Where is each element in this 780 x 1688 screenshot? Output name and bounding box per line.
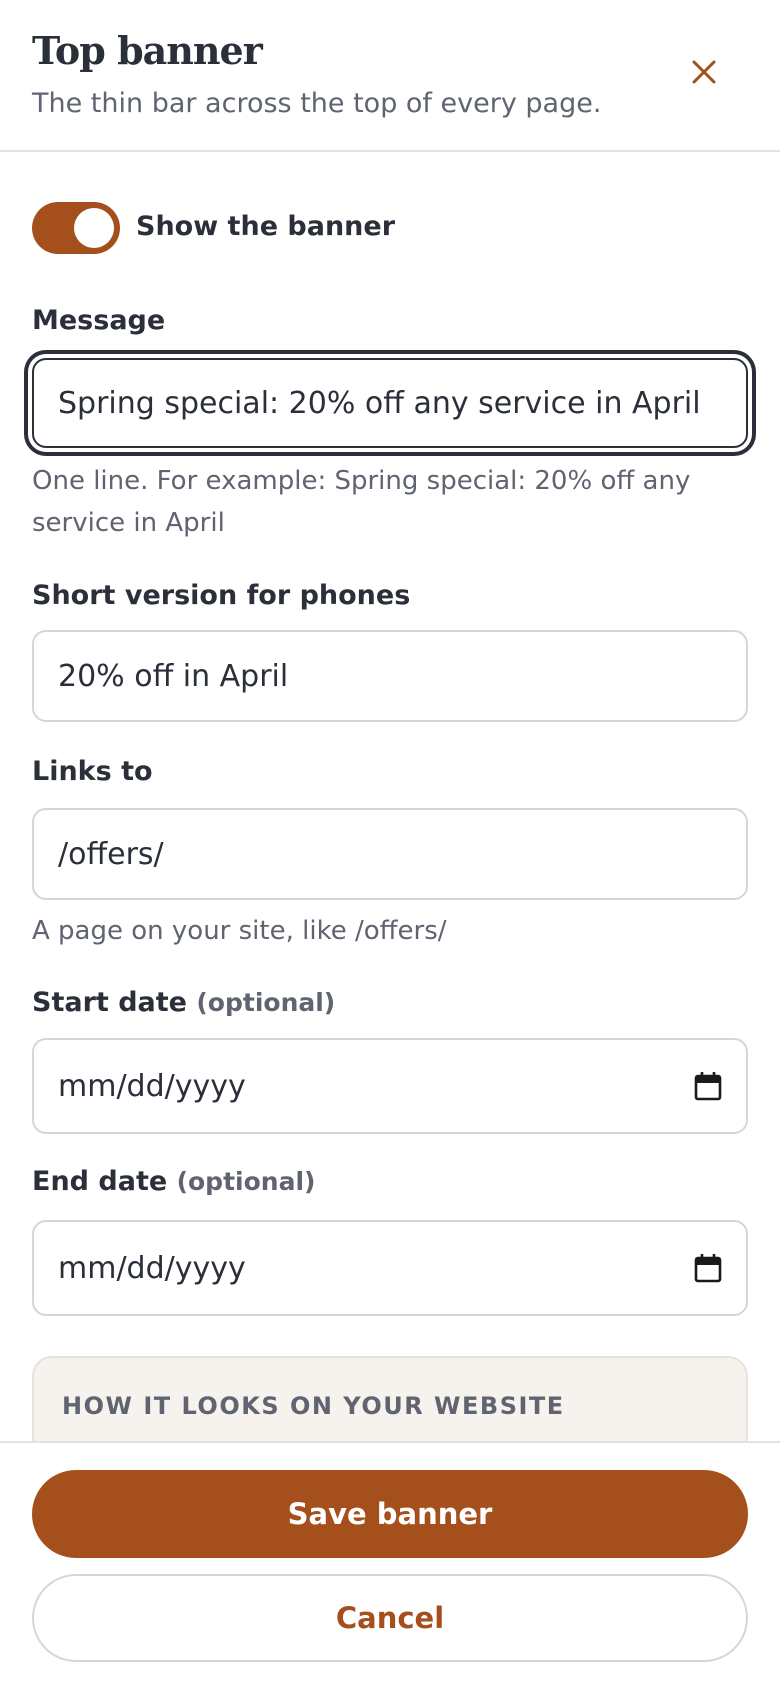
page-title: Top banner [32, 28, 263, 73]
save-banner-button[interactable]: Save banner [32, 1470, 748, 1558]
panel-footer: Save banner Cancel [0, 1441, 780, 1688]
start-date-label-text: Start date [32, 987, 187, 1018]
end-date-placeholder: mm/dd/yyyy [58, 1250, 246, 1286]
links-to-label: Links to [32, 756, 153, 787]
show-banner-label: Show the banner [136, 211, 396, 242]
start-date-optional: (optional) [196, 988, 336, 1017]
short-version-input[interactable]: 20% off in April [32, 630, 748, 722]
end-date-label: End date (optional) [32, 1166, 315, 1197]
links-to-input[interactable]: /offers/ [32, 808, 748, 900]
message-help: One line. For example: Spring special: 2… [32, 466, 691, 538]
cancel-button[interactable]: Cancel [32, 1574, 748, 1662]
links-to-value: /offers/ [58, 836, 164, 872]
panel-header: Top banner The thin bar across the top o… [0, 0, 780, 152]
top-banner-panel: Top banner The thin bar across the top o… [0, 0, 780, 1688]
short-version-label: Short version for phones [32, 580, 411, 611]
calendar-icon[interactable] [694, 1253, 722, 1283]
short-version-value: 20% off in April [58, 658, 289, 694]
message-value: Spring special: 20% off any service in A… [58, 385, 701, 421]
preview-heading: HOW IT LOOKS ON YOUR WEBSITE [62, 1392, 565, 1420]
show-banner-toggle[interactable] [32, 202, 120, 254]
end-date-input[interactable]: mm/dd/yyyy [32, 1220, 748, 1316]
end-date-label-text: End date [32, 1166, 168, 1197]
start-date-label: Start date (optional) [32, 987, 335, 1018]
close-icon [692, 60, 716, 84]
end-date-optional: (optional) [176, 1167, 316, 1196]
calendar-icon[interactable] [694, 1071, 722, 1101]
close-button[interactable] [680, 48, 728, 96]
start-date-input[interactable]: mm/dd/yyyy [32, 1038, 748, 1134]
message-input[interactable]: Spring special: 20% off any service in A… [32, 358, 748, 448]
page-subtitle: The thin bar across the top of every pag… [32, 88, 602, 119]
start-date-placeholder: mm/dd/yyyy [58, 1068, 246, 1104]
message-label: Message [32, 305, 166, 336]
links-to-help: A page on your site, like /offers/ [32, 916, 447, 946]
toggle-knob [74, 208, 114, 248]
